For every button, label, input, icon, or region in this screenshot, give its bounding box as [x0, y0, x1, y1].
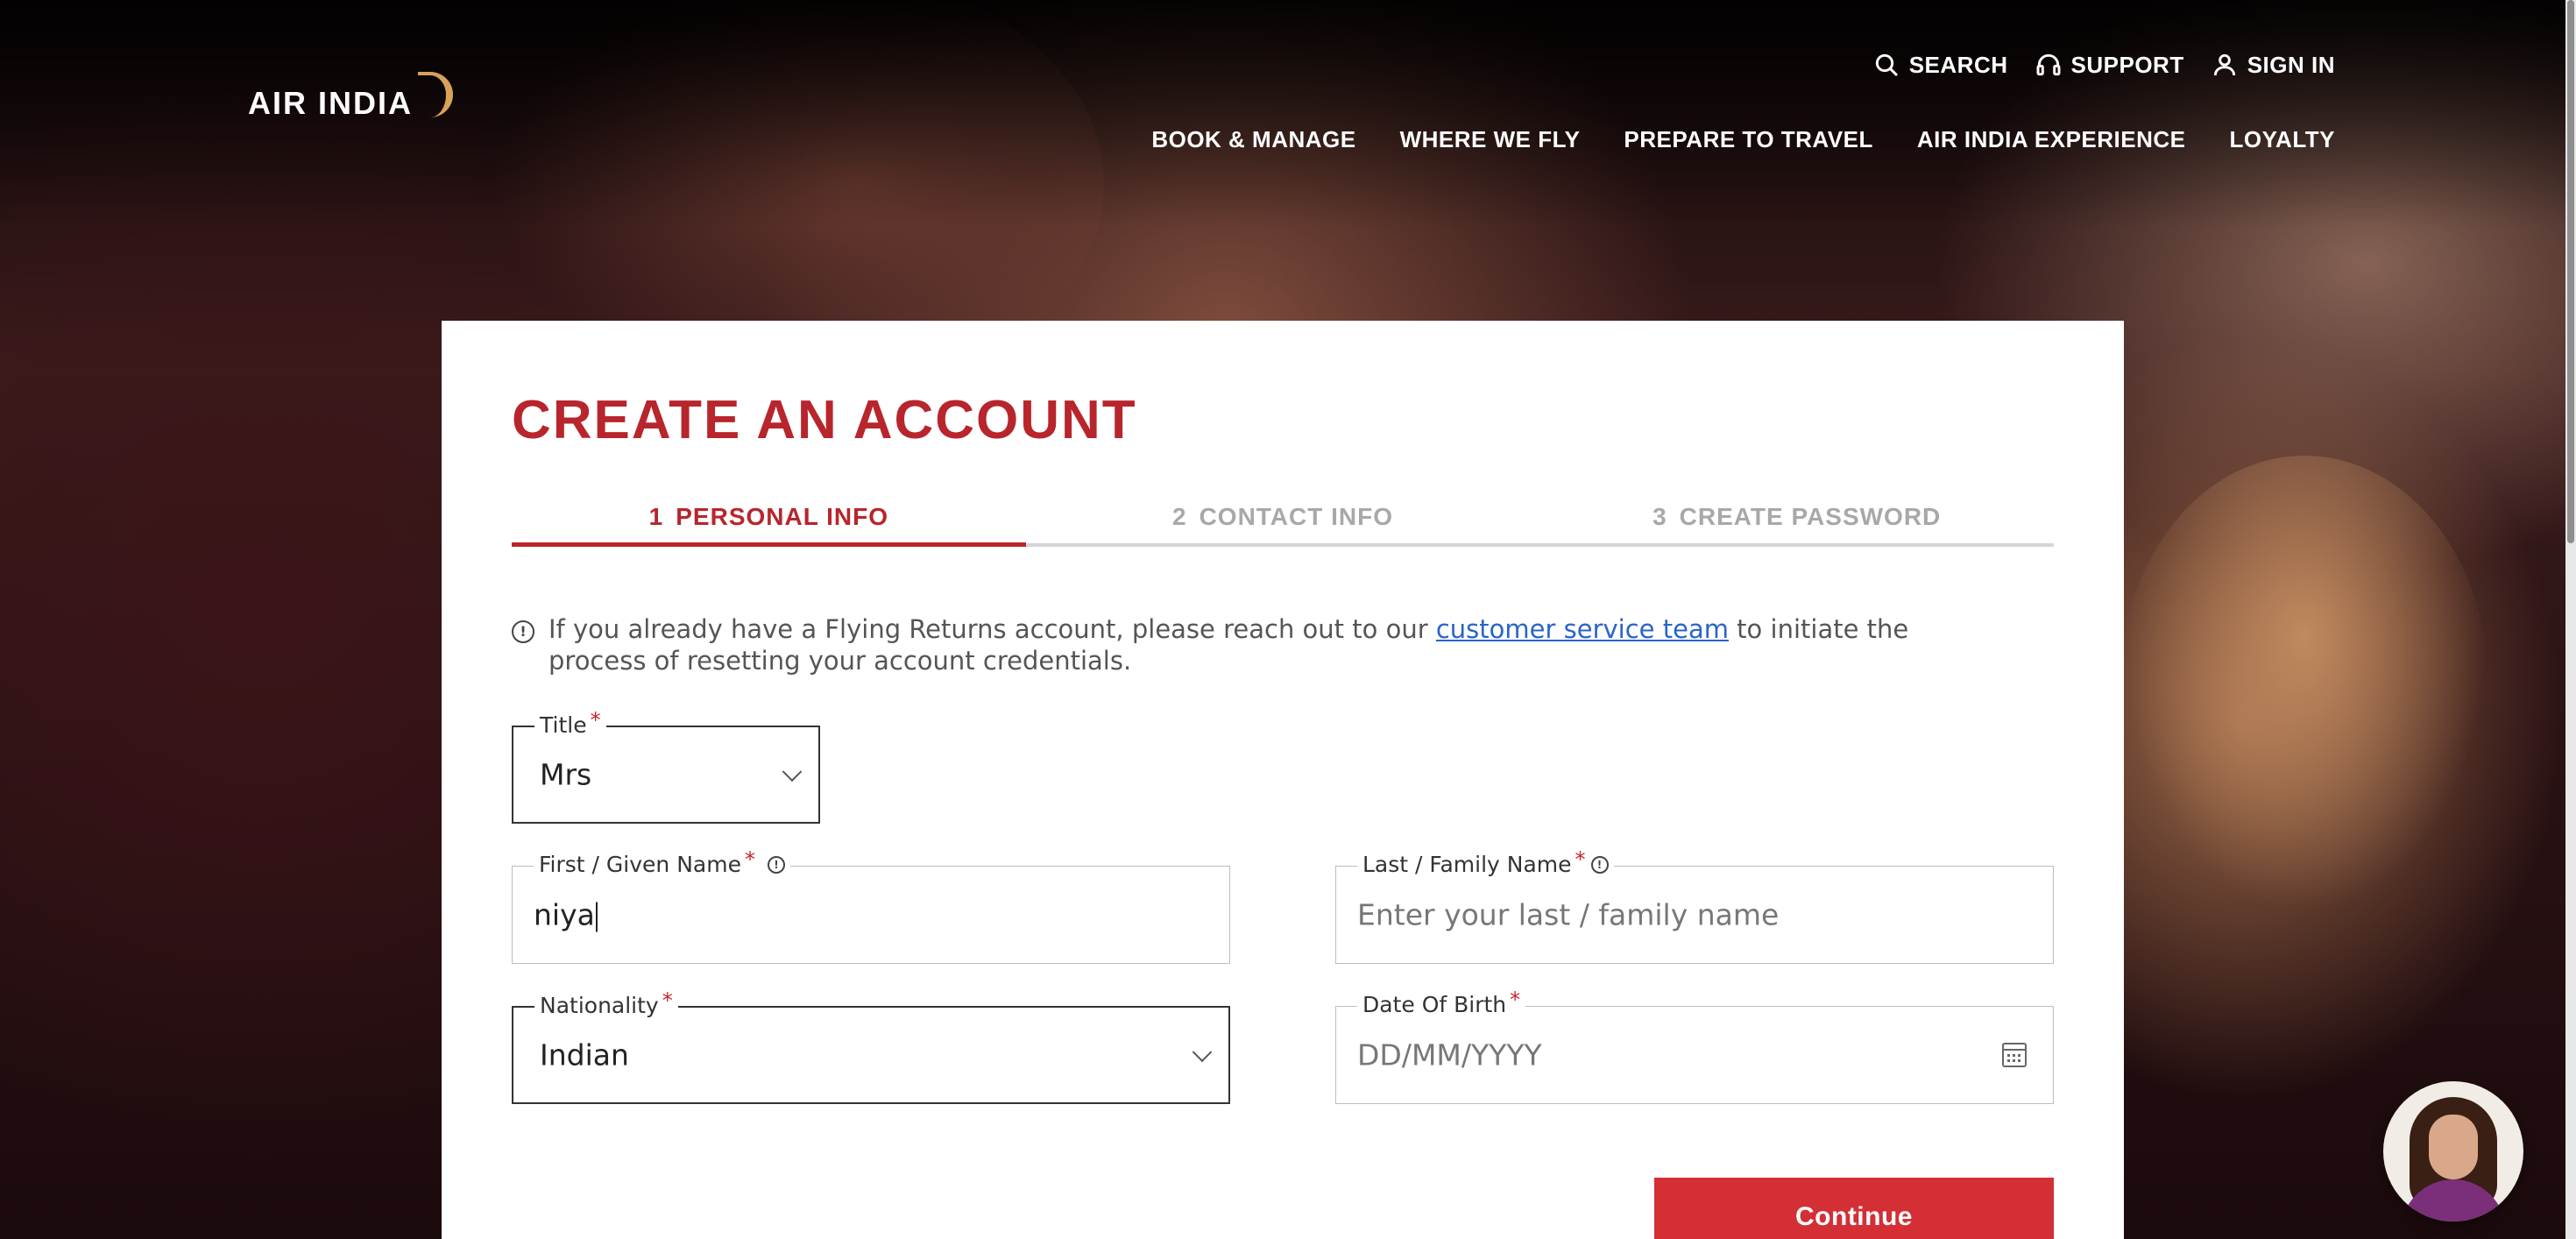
- headset-icon: [2036, 53, 2060, 76]
- title-select[interactable]: Title * Mrs: [512, 708, 820, 824]
- nav-where-we-fly[interactable]: WHERE WE FLY: [1400, 126, 1581, 153]
- nav-air-india-experience[interactable]: AIR INDIA EXPERIENCE: [1917, 126, 2186, 153]
- text-cursor: [595, 902, 598, 931]
- nav-prepare-to-travel[interactable]: PREPARE TO TRAVEL: [1624, 126, 1872, 153]
- search-icon: [1875, 53, 1898, 77]
- nav-book-manage[interactable]: BOOK & MANAGE: [1151, 126, 1355, 153]
- last-name-label: Last / Family Name *!: [1357, 847, 1614, 877]
- required-asterisk: *: [1575, 847, 1586, 872]
- support-label: SUPPORT: [2070, 51, 2184, 78]
- step-number: 1: [648, 503, 664, 530]
- page-title: CREATE AN ACCOUNT: [512, 390, 1137, 450]
- nav-loyalty[interactable]: LOYALTY: [2229, 126, 2335, 153]
- create-account-card: CREATE AN ACCOUNT 1 PERSONAL INFO 2 CONTAC…: [442, 321, 2124, 1239]
- title-label-text: Title: [540, 712, 587, 738]
- required-asterisk: *: [1510, 988, 1521, 1012]
- first-name-input[interactable]: niya: [534, 898, 598, 932]
- search-link[interactable]: SEARCH: [1872, 51, 2008, 79]
- last-name-placeholder: Enter your last / family name: [1357, 897, 1780, 932]
- info-icon: !: [512, 620, 534, 643]
- nationality-label: Nationality *: [534, 988, 678, 1018]
- nationality-select[interactable]: Nationality * Indian: [512, 988, 1230, 1104]
- step-personal-info[interactable]: 1 PERSONAL INFO: [512, 494, 1026, 547]
- chat-assistant-avatar[interactable]: [2383, 1081, 2523, 1221]
- dob-label-text: Date Of Birth: [1362, 992, 1507, 1017]
- title-value: Mrs: [540, 757, 592, 792]
- scrollbar-thumb[interactable]: [2567, 0, 2574, 543]
- first-name-value: niya: [534, 897, 595, 932]
- first-name-label: First / Given Name *!: [534, 847, 790, 877]
- sign-in-link[interactable]: SIGN IN: [2211, 51, 2335, 79]
- logo-mark-icon: [418, 72, 453, 117]
- nationality-value: Indian: [540, 1037, 629, 1073]
- page-scrollbar[interactable]: [2565, 0, 2576, 1239]
- step-label: PERSONAL INFO: [676, 503, 888, 530]
- logo-text: AIR INDIA: [248, 85, 413, 121]
- info-notice: ! If you already have a Flying Returns a…: [512, 613, 2001, 676]
- utility-nav: SEARCH SUPPORT SIGN IN: [1872, 51, 2335, 79]
- chevron-down-icon: [1192, 1042, 1213, 1063]
- step-label: CONTACT INFO: [1199, 503, 1394, 530]
- sign-in-label: SIGN IN: [2247, 51, 2335, 78]
- info-tooltip-icon[interactable]: !: [1590, 856, 1609, 874]
- dob-label: Date Of Birth *: [1357, 988, 1526, 1017]
- step-contact-info[interactable]: 2 CONTACT INFO: [1025, 494, 1540, 547]
- last-name-field[interactable]: Last / Family Name *! Enter your last / f…: [1335, 847, 2054, 964]
- air-india-logo[interactable]: AIR INDIA: [248, 72, 453, 126]
- chevron-down-icon: [782, 761, 803, 782]
- step-number: 2: [1171, 503, 1187, 530]
- first-name-field[interactable]: First / Given Name *! niya: [512, 847, 1230, 964]
- calendar-icon[interactable]: [2002, 1043, 2027, 1067]
- step-progress: 1 PERSONAL INFO 2 CONTACT INFO 3 CREATE PAS…: [512, 494, 2055, 547]
- nationality-label-text: Nationality: [540, 993, 659, 1018]
- info-tooltip-icon[interactable]: !: [767, 856, 785, 874]
- first-name-label-text: First / Given Name: [539, 852, 741, 877]
- continue-button[interactable]: Continue: [1654, 1178, 2054, 1239]
- step-number: 3: [1652, 503, 1667, 530]
- last-name-label-text: Last / Family Name: [1362, 852, 1572, 877]
- step-create-password[interactable]: 3 CREATE PASSWORD: [1539, 494, 2055, 547]
- user-icon: [2213, 53, 2235, 76]
- support-link[interactable]: SUPPORT: [2035, 51, 2184, 79]
- title-label: Title *: [534, 708, 606, 738]
- avatar-face: [2429, 1115, 2478, 1179]
- required-asterisk: *: [590, 708, 601, 733]
- date-of-birth-field[interactable]: Date Of Birth * DD/MM/YYYY: [1335, 988, 2054, 1104]
- customer-service-link[interactable]: customer service team: [1436, 614, 1729, 644]
- required-asterisk: *: [744, 847, 755, 872]
- info-text: If you already have a Flying Returns acc…: [548, 613, 2001, 676]
- required-asterisk: *: [662, 988, 673, 1013]
- search-label: SEARCH: [1908, 51, 2008, 78]
- dob-placeholder: DD/MM/YYYY: [1357, 1037, 1542, 1073]
- background-person-right: [2120, 456, 2488, 911]
- info-text-before: If you already have a Flying Returns acc…: [548, 614, 1436, 644]
- main-nav: BOOK & MANAGE WHERE WE FLY PREPARE TO TR…: [1151, 126, 2335, 153]
- step-label: CREATE PASSWORD: [1679, 503, 1942, 530]
